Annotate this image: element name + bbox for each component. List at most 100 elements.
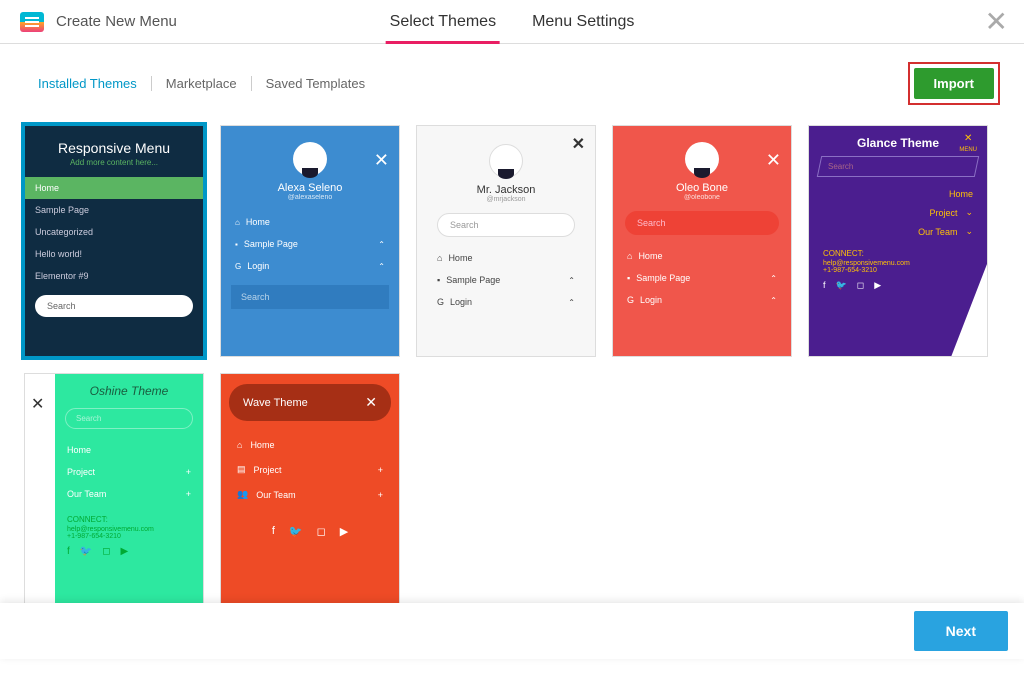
contact-email: help@responsivemenu.com — [809, 260, 987, 267]
menu-item: GLogin⌃ — [613, 289, 791, 311]
chevron-down-icon: ⌄ — [965, 226, 973, 237]
menu-item: Elementor #9 — [25, 265, 203, 287]
theme-oshine[interactable]: ✕ Oshine Theme Search Home Project+ Our … — [24, 373, 204, 605]
menu-item: ▪Sample Page⌃ — [417, 269, 595, 291]
close-icon: ✕ — [572, 134, 585, 154]
connect-label: CONNECT: — [55, 505, 203, 526]
g-icon: G — [627, 295, 634, 305]
close-icon: ✕ — [374, 150, 389, 171]
home-icon: ⌂ — [237, 440, 242, 450]
menu-item: Home — [25, 177, 203, 199]
import-highlight: Import — [908, 62, 1000, 105]
theme-wave[interactable]: Wave Theme ✕ ⌂Home ▤Project+ 👥Our Team+ … — [220, 373, 400, 605]
user-handle: @oleobone — [613, 194, 791, 201]
facebook-icon: f — [272, 525, 275, 538]
chevron-up-icon: ⌃ — [378, 240, 385, 249]
avatar-icon — [685, 142, 719, 176]
tab-menu-settings[interactable]: Menu Settings — [528, 0, 638, 43]
plus-icon: + — [378, 465, 383, 475]
chevron-up-icon: ⌃ — [568, 276, 575, 285]
menu-item: Uncategorized — [25, 221, 203, 243]
user-handle: @mrjackson — [417, 196, 595, 203]
next-button[interactable]: Next — [914, 611, 1008, 651]
theme-jackson[interactable]: ✕ Mr. Jackson @mrjackson Search ⌂Home ▪S… — [416, 125, 596, 357]
user-name: Oleo Bone — [613, 182, 791, 194]
chevron-down-icon: ⌄ — [965, 207, 973, 218]
card-header: Wave Theme ✕ — [229, 384, 391, 421]
card-title: Oshine Theme — [55, 374, 203, 404]
card-title: Responsive Menu — [25, 126, 203, 158]
menu-item: ⌂Home — [221, 433, 399, 457]
subnav-saved[interactable]: Saved Templates — [252, 76, 380, 91]
header-title: Create New Menu — [56, 13, 177, 30]
top-tabs: Select Themes Menu Settings — [386, 0, 639, 43]
twitter-icon: 🐦 — [836, 280, 847, 291]
contact-phone: +1-987-654-3210 — [55, 533, 203, 540]
menu-item: Our Team+ — [55, 483, 203, 505]
menu-item: GLogin⌃ — [221, 255, 399, 277]
menu-item: Project+ — [55, 461, 203, 483]
chevron-up-icon: ⌃ — [378, 262, 385, 271]
users-icon: 👥 — [237, 489, 248, 500]
theme-responsive[interactable]: Responsive Menu Add more content here...… — [24, 125, 204, 357]
close-icon[interactable]: ✕ — [985, 5, 1008, 38]
home-icon: ⌂ — [235, 218, 240, 227]
theme-grid: Responsive Menu Add more content here...… — [0, 125, 1024, 675]
footer: Next — [0, 603, 1024, 659]
plus-icon: + — [378, 490, 383, 500]
instagram-icon: ◻ — [317, 525, 326, 538]
menu-item: Home — [809, 185, 987, 203]
subnav-marketplace[interactable]: Marketplace — [152, 76, 252, 91]
close-icon: ✕ — [25, 390, 50, 418]
subnav-installed[interactable]: Installed Themes — [24, 76, 152, 91]
menu-item: Our Team⌄ — [809, 222, 987, 241]
facebook-icon: f — [823, 280, 826, 291]
menu-item: ⌂Home — [613, 245, 791, 267]
tab-select-themes[interactable]: Select Themes — [386, 0, 500, 43]
close-icon: ✕ — [365, 394, 377, 411]
chevron-up-icon: ⌃ — [770, 274, 777, 283]
close-icon: ✕ — [766, 150, 781, 171]
menu-item: ⌂Home — [417, 247, 595, 269]
plus-icon: + — [186, 489, 191, 499]
search-box: Search — [625, 211, 779, 235]
theme-alexa[interactable]: ✕ Alexa Seleno @alexaseleno ⌂Home ▪Sampl… — [220, 125, 400, 357]
instagram-icon: ◻ — [102, 546, 110, 557]
home-icon: ⌂ — [437, 253, 442, 263]
twitter-icon: 🐦 — [80, 546, 92, 557]
g-icon: G — [235, 262, 241, 271]
g-icon: G — [437, 297, 444, 307]
theme-oleo[interactable]: ✕ Oleo Bone @oleobone Search ⌂Home ▪Samp… — [612, 125, 792, 357]
chevron-up-icon: ⌃ — [568, 298, 575, 307]
card-title: Wave Theme — [243, 397, 308, 409]
search-box: Search — [437, 213, 575, 237]
social-icons: f🐦◻▶ — [809, 274, 987, 297]
search-pill: Search — [35, 295, 193, 317]
connect-label: CONNECT: — [809, 241, 987, 260]
menu-item: ▪Sample Page⌃ — [613, 267, 791, 289]
doc-icon: ▤ — [237, 464, 246, 475]
user-name: Mr. Jackson — [417, 184, 595, 196]
menu-item: GLogin⌃ — [417, 291, 595, 313]
menu-item: ▤Project+ — [221, 457, 399, 482]
avatar-icon — [489, 144, 523, 178]
contact-email: help@responsivemenu.com — [55, 526, 203, 533]
menu-item: Project⌄ — [809, 203, 987, 222]
theme-glance[interactable]: ✕MENU Glance Theme Search Home Project⌄ … — [808, 125, 988, 357]
subnav: Installed Themes Marketplace Saved Templ… — [24, 76, 379, 91]
youtube-icon: ▶ — [874, 280, 881, 291]
menu-icon: ✕MENU — [959, 134, 977, 154]
import-button[interactable]: Import — [914, 68, 994, 99]
contact-phone: +1-987-654-3210 — [809, 267, 987, 274]
menu-item: 👥Our Team+ — [221, 482, 399, 507]
social-icons: f🐦◻▶ — [221, 507, 399, 556]
folder-icon: ▪ — [235, 240, 238, 249]
facebook-icon: f — [67, 546, 70, 557]
user-handle: @alexaseleno — [221, 194, 399, 201]
home-icon: ⌂ — [627, 251, 632, 261]
chevron-up-icon: ⌃ — [770, 296, 777, 305]
search-box: Search — [65, 408, 193, 429]
user-name: Alexa Seleno — [221, 182, 399, 194]
menu-item: ⌂Home — [221, 211, 399, 233]
header: Create New Menu Select Themes Menu Setti… — [0, 0, 1024, 44]
